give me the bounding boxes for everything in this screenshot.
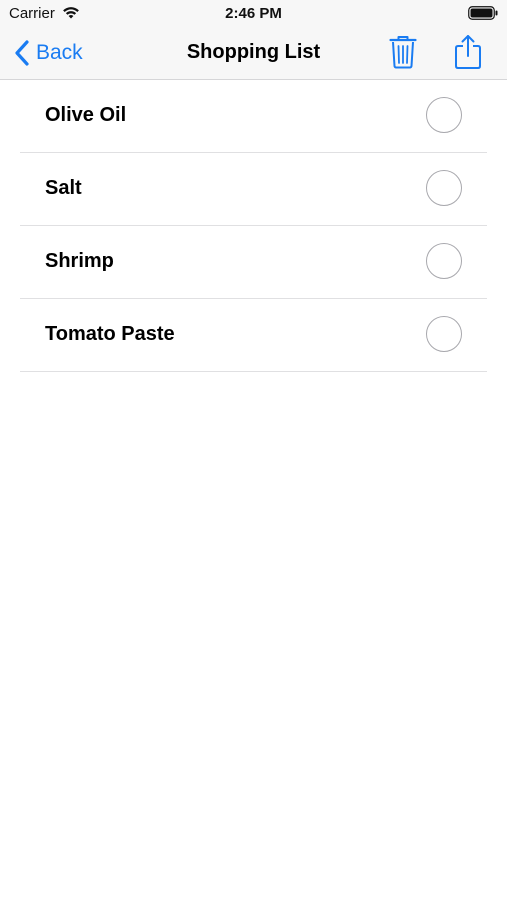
checkbox-circle[interactable] (426, 243, 462, 279)
shopping-list: Olive Oil Salt Shrimp Tomato Paste (0, 80, 507, 372)
navigation-bar: Back Shopping List (0, 28, 507, 80)
share-icon[interactable] (454, 34, 482, 70)
list-item[interactable]: Salt (20, 153, 487, 226)
status-bar: Carrier 2:46 PM (0, 0, 507, 28)
page-title: Shopping List (186, 41, 321, 63)
item-label: Salt (45, 177, 82, 199)
item-label: Tomato Paste (45, 323, 175, 345)
list-item[interactable]: Shrimp (20, 226, 487, 299)
battery-icon (468, 6, 498, 20)
checkbox-circle[interactable] (426, 97, 462, 133)
checkbox-circle[interactable] (426, 316, 462, 352)
item-label: Shrimp (45, 250, 114, 272)
list-item[interactable]: Tomato Paste (20, 299, 487, 372)
checkbox-circle[interactable] (426, 170, 462, 206)
list-item[interactable]: Olive Oil (20, 80, 487, 153)
item-label: Olive Oil (45, 104, 127, 126)
status-time: 2:46 PM (225, 5, 282, 22)
trash-icon[interactable] (389, 35, 417, 69)
